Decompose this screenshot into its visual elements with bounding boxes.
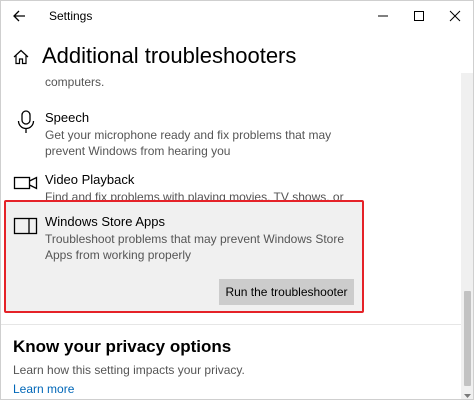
item-desc-windows-store-apps: Troubleshoot problems that may prevent W… (45, 232, 345, 262)
section-divider (1, 324, 461, 325)
microphone-icon (13, 109, 39, 135)
page-title: Additional troubleshooters (42, 43, 297, 68)
scrollbar-thumb[interactable] (464, 291, 471, 386)
learn-more-link[interactable]: Learn more (13, 382, 74, 396)
item-desc-speech: Get your microphone ready and fix proble… (45, 128, 332, 158)
truncated-description: computers. (45, 75, 105, 89)
item-title-speech: Speech (45, 110, 90, 125)
privacy-section-title: Know your privacy options (13, 337, 232, 356)
video-camera-icon (13, 170, 39, 196)
item-title-windows-store-apps: Windows Store Apps (45, 214, 165, 229)
settings-window: Settings Additional troubleshooters comp… (0, 0, 474, 400)
maximize-icon[interactable] (407, 5, 431, 27)
list-item-windows-store-apps[interactable]: Windows Store Apps Troubleshoot problems… (1, 211, 461, 262)
vertical-scrollbar[interactable] (461, 73, 473, 399)
minimize-icon[interactable] (371, 5, 395, 27)
list-item-video-playback[interactable]: Video Playback Find and fix problems wit… (1, 169, 461, 220)
store-apps-icon (13, 213, 39, 239)
back-arrow-icon[interactable] (9, 5, 31, 27)
scroll-down-arrow-icon[interactable] (462, 388, 473, 398)
troubleshooter-list: computers. Speech Get your microphone re… (1, 73, 461, 399)
run-troubleshooter-button[interactable]: Run the troubleshooter (219, 279, 354, 305)
title-bar: Settings (1, 1, 473, 31)
list-item-speech[interactable]: Speech Get your microphone ready and fix… (1, 107, 461, 158)
app-title: Settings (49, 9, 93, 23)
privacy-section-desc: Learn how this setting impacts your priv… (13, 363, 245, 377)
home-icon[interactable] (11, 47, 31, 67)
close-icon[interactable] (443, 5, 467, 27)
item-title-video-playback: Video Playback (45, 172, 135, 187)
